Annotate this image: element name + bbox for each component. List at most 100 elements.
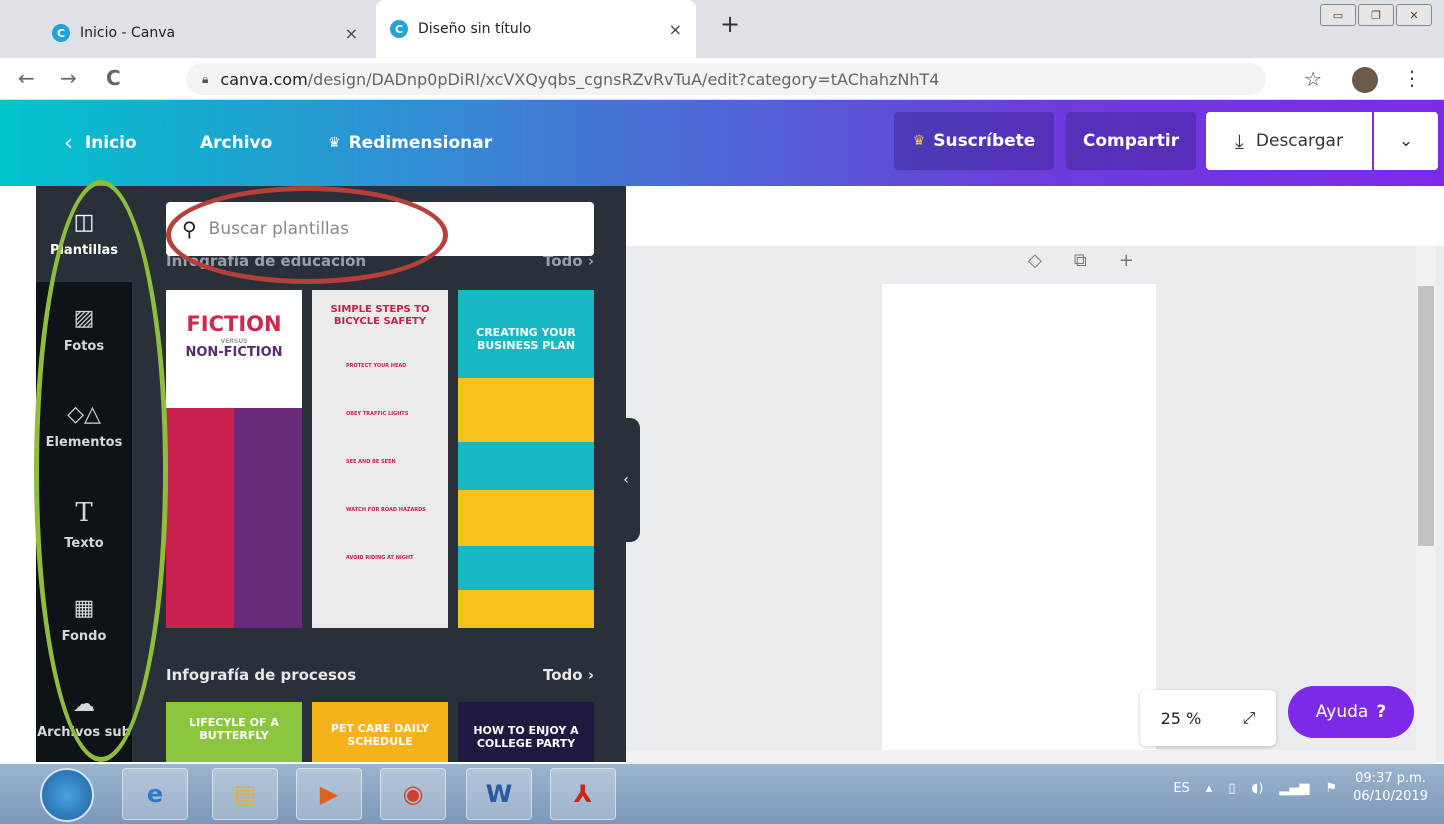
template-band [458, 490, 594, 546]
network-signal-icon[interactable]: ▂▄▆ [1279, 781, 1309, 796]
help-label: Ayuda [1315, 702, 1369, 722]
zoom-control[interactable]: 25 % ⤢ [1140, 690, 1276, 746]
download-label: Descargar [1255, 131, 1343, 151]
internet-explorer-icon[interactable]: e [122, 768, 188, 820]
close-window-button[interactable]: ✕ [1396, 4, 1432, 26]
template-fiction-column [166, 408, 234, 628]
template-pet-care[interactable]: PET CARE DAILY SCHEDULE [312, 702, 448, 762]
sidebar-item-templates[interactable]: ◫ Plantillas [36, 186, 132, 282]
sidebar-item-label: Fotos [63, 339, 105, 354]
see-all-link[interactable]: Todo › [543, 666, 594, 684]
template-bicycle-safety[interactable]: SIMPLE STEPS TO BICYCLE SAFETY PROTECT Y… [312, 290, 448, 628]
text-icon: T [75, 497, 93, 528]
template-step: SEE AND BE SEEN [346, 459, 396, 465]
home-button[interactable]: ‹ Inicio [64, 100, 137, 186]
close-tab-icon[interactable]: × [345, 24, 358, 43]
crown-icon: ♛ [328, 135, 341, 151]
sidebar-item-photos[interactable]: ▨ Fotos [36, 282, 132, 378]
url-path: /design/DADnp0pDiRI/xcVXQyqbs_cgnsRZvRvT… [307, 69, 940, 89]
template-steps: PROTECT YOUR HEAD OBEY TRAFFIC LIGHTS SE… [346, 342, 440, 582]
media-player-icon[interactable]: ▶ [296, 768, 362, 820]
template-versus: VERSUS [220, 338, 248, 345]
sidebar-item-elements[interactable]: ◇△ Elementos [36, 378, 132, 474]
chevron-down-icon: ⌄ [1398, 131, 1414, 151]
download-options-button[interactable]: ⌄ [1374, 112, 1438, 170]
resize-button[interactable]: ♛ Redimensionar [328, 100, 492, 186]
search-input[interactable]: ⚲ Buscar plantillas [166, 202, 594, 256]
chrome-icon[interactable]: ◉ [380, 768, 446, 820]
template-title: HOW TO ENJOY A COLLEGE PARTY [473, 724, 579, 750]
section-header-processes: Infografía de procesos Todo › [166, 666, 594, 684]
template-band [458, 590, 594, 628]
zoom-level: 25 % [1160, 708, 1202, 728]
templates-panel: Infografía de educación Todo › FICTION V… [132, 186, 626, 762]
sidebar-item-uploads[interactable]: ☁ Archivos sub [36, 668, 132, 764]
shapes-icon: ◇△ [67, 402, 101, 427]
forward-arrow-icon[interactable]: → [60, 66, 77, 90]
chevron-left-icon: ‹ [64, 130, 73, 156]
window-controls: ▭ ❐ ✕ [1320, 4, 1432, 26]
clock-time: 09:37 p.m. [1355, 771, 1426, 786]
browser-menu-icon[interactable]: ⋮ [1402, 66, 1422, 90]
duplicate-page-icon[interactable]: ⧉ [1074, 250, 1087, 271]
chevron-left-icon: ‹ [623, 472, 629, 488]
add-note-icon[interactable]: ◇ [1028, 250, 1042, 271]
language-indicator[interactable]: ES [1173, 781, 1189, 796]
action-center-flag-icon[interactable]: ⚑ [1325, 781, 1337, 796]
help-button[interactable]: Ayuda ? [1288, 686, 1414, 738]
sidebar-item-text[interactable]: T Texto [36, 476, 132, 572]
tab-diseno-sin-titulo[interactable]: C Diseño sin título × [376, 0, 696, 58]
acrobat-icon[interactable]: ⅄ [550, 768, 616, 820]
start-button[interactable] [40, 768, 94, 822]
sidebar-item-background[interactable]: ▦ Fondo [36, 572, 132, 668]
new-tab-button[interactable]: + [720, 10, 740, 38]
crown-icon: ♛ [912, 133, 926, 149]
subscribe-button[interactable]: ♛ Suscríbete [894, 112, 1054, 170]
restore-button[interactable]: ❐ [1358, 4, 1394, 26]
template-step: AVOID RIDING AT NIGHT [346, 555, 414, 561]
sidebar-item-label: Texto [64, 535, 104, 551]
battery-icon[interactable]: ▯ [1228, 781, 1235, 796]
minimize-button[interactable]: ▭ [1320, 4, 1356, 26]
tab-title: Inicio - Canva [80, 25, 176, 41]
system-tray: ES ▴ ▯ ◖) ▂▄▆ ⚑ 09:37 p.m. 06/10/2019 [1173, 770, 1428, 806]
design-page[interactable] [882, 284, 1156, 750]
file-explorer-icon[interactable]: ▤ [212, 768, 278, 820]
word-icon[interactable]: W [466, 768, 532, 820]
volume-icon[interactable]: ◖) [1251, 781, 1263, 796]
collapse-panel-button[interactable]: ‹ [612, 418, 640, 542]
left-margin [0, 186, 36, 762]
file-menu-button[interactable]: Archivo [200, 100, 272, 186]
show-hidden-icons-icon[interactable]: ▴ [1206, 781, 1213, 796]
template-title: PET CARE DAILY SCHEDULE [330, 722, 430, 748]
clock-date: 06/10/2019 [1353, 789, 1428, 804]
back-arrow-icon[interactable]: ← [18, 66, 35, 90]
close-tab-icon[interactable]: × [669, 20, 682, 39]
browser-tab-bar: C Inicio - Canva × C Diseño sin título ×… [0, 0, 1444, 58]
download-icon: ⤓ [1235, 129, 1244, 153]
tab-inicio-canva[interactable]: C Inicio - Canva × [52, 8, 372, 58]
tab-title: Diseño sin título [418, 21, 532, 37]
sidebar-item-label: Fondo [61, 629, 107, 644]
profile-avatar[interactable] [1352, 67, 1378, 93]
template-title: CREATING YOUR BUSINESS PLAN [476, 326, 576, 352]
bookmark-star-icon[interactable]: ☆ [1304, 67, 1322, 91]
template-butterfly[interactable]: LIFECYLE OF A BUTTERFLY [166, 702, 302, 762]
vertical-scroll-thumb[interactable] [1418, 286, 1434, 546]
horizontal-scrollbar[interactable] [626, 750, 1436, 764]
template-college-party[interactable]: HOW TO ENJOY A COLLEGE PARTY [458, 702, 594, 762]
reload-icon[interactable]: C [106, 66, 121, 90]
lock-icon: 🔒︎ [202, 71, 209, 86]
windows-taskbar: e ▤ ▶ ◉ W ⅄ ES ▴ ▯ ◖) ▂▄▆ ⚑ 09:37 p.m. 0… [0, 764, 1444, 824]
download-button[interactable]: ⤓ Descargar [1206, 112, 1372, 170]
sidebar-item-label: Elementos [45, 435, 123, 450]
template-fiction-nonfiction[interactable]: FICTION VERSUS NON-FICTION [166, 290, 302, 628]
url-input[interactable]: 🔒︎ canva.com/design/DADnp0pDiRI/xcVXQyqb… [186, 63, 1266, 95]
clock[interactable]: 09:37 p.m. 06/10/2019 [1353, 770, 1428, 806]
subscribe-label: Suscríbete [933, 131, 1036, 151]
share-button[interactable]: Compartir [1066, 112, 1196, 170]
fullscreen-icon[interactable]: ⤢ [1243, 708, 1256, 728]
template-business-plan[interactable]: CREATING YOUR BUSINESS PLAN [458, 290, 594, 628]
canvas-toolbar [626, 186, 1444, 246]
add-page-icon[interactable]: + [1119, 250, 1134, 271]
